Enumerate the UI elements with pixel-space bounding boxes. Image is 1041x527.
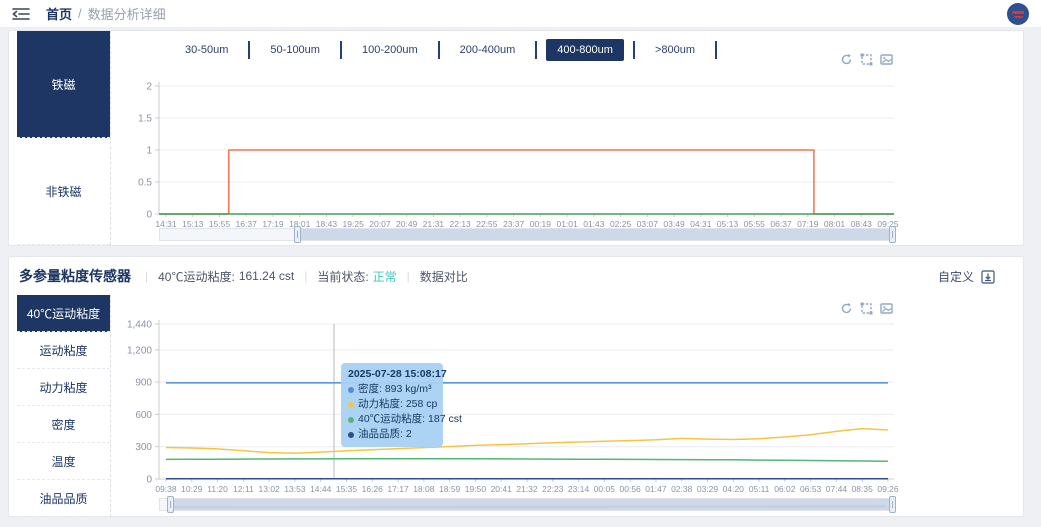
breadcrumb-separator: / bbox=[78, 6, 82, 21]
x-tick-label: 19:50 bbox=[465, 484, 487, 494]
viscosity-trend-chart: 0 300 600 900 1,200 1,440 09:38 10:29 11:20 12:11… bbox=[127, 320, 899, 495]
y-tick-label: 0 bbox=[146, 210, 152, 221]
datazoom-handle-left[interactable] bbox=[167, 496, 174, 513]
breadcrumb-current: 数据分析详细 bbox=[87, 7, 166, 22]
datazoom-handle-right[interactable] bbox=[889, 226, 896, 243]
x-tick-label: 13:02 bbox=[259, 484, 281, 494]
x-tick-label: 18:08 bbox=[413, 484, 435, 494]
x-tick-label: 09:38 bbox=[155, 484, 177, 494]
x-tick-label: 15:35 bbox=[336, 484, 358, 494]
y-tick-label: 0.5 bbox=[138, 178, 152, 189]
bottom-chart-datazoom-slider[interactable] bbox=[159, 496, 896, 513]
avatar-logo-mark bbox=[1013, 15, 1023, 18]
x-tick-label: 14:44 bbox=[310, 484, 332, 494]
y-tick-label: 1.5 bbox=[138, 114, 152, 125]
x-tick-label: 12:11 bbox=[233, 484, 254, 494]
particle-count-chart: 00.511.5214:31 15:13 15:55 16:37 17:19 18:01 1… bbox=[138, 82, 899, 230]
x-tick-label: 02:38 bbox=[671, 484, 693, 494]
x-tick-label: 06:02 bbox=[774, 484, 796, 494]
x-tick-label: 10:29 bbox=[181, 484, 203, 494]
y-tick-label: 2 bbox=[146, 82, 152, 93]
menu-fold-icon[interactable] bbox=[12, 7, 30, 21]
y-tick-label: 900 bbox=[135, 378, 152, 389]
x-tick-label: 04:20 bbox=[723, 484, 745, 494]
x-tick-label: 22:23 bbox=[542, 484, 564, 494]
breadcrumb: 首页 / 数据分析详细 bbox=[46, 4, 166, 23]
x-tick-label: 09:26 bbox=[877, 484, 899, 494]
x-tick-label: 00:56 bbox=[620, 484, 642, 494]
x-tick-label: 18:59 bbox=[439, 484, 461, 494]
x-tick-label: 01:47 bbox=[645, 484, 667, 494]
user-avatar[interactable] bbox=[1007, 3, 1029, 25]
x-tick-label: 17:17 bbox=[387, 484, 409, 494]
x-tick-label: 20:41 bbox=[491, 484, 513, 494]
breadcrumb-home[interactable]: 首页 bbox=[46, 4, 72, 23]
x-tick-label: 11:20 bbox=[207, 484, 228, 494]
y-tick-label: 1,200 bbox=[127, 345, 152, 356]
datazoom-selected-range[interactable] bbox=[298, 229, 893, 240]
datazoom-data-shadow bbox=[167, 504, 886, 508]
datazoom-handle-right[interactable] bbox=[889, 496, 896, 513]
viscosity-sensor-panel: 多参量粘度传感器 | 40℃运动粘度: 161.24 cst | 当前状态: 正常 | 数据对… bbox=[8, 256, 1024, 517]
particle-chart-panel: 铁磁 非铁磁 30-50um 50-100um 100-200um 200-400um 4… bbox=[8, 30, 1024, 246]
header: 首页 / 数据分析详细 bbox=[0, 0, 1041, 28]
x-tick-label: 05:11 bbox=[749, 484, 770, 494]
y-tick-label: 1 bbox=[146, 146, 152, 157]
y-tick-label: 0 bbox=[146, 475, 152, 486]
avatar-logo-mark bbox=[1012, 10, 1024, 14]
series-line-2 bbox=[165, 457, 889, 462]
series-line-1 bbox=[165, 427, 889, 454]
x-tick-label: 03:29 bbox=[697, 484, 719, 494]
y-tick-label: 1,440 bbox=[127, 320, 152, 331]
x-tick-label: 07:44 bbox=[826, 484, 848, 494]
datazoom-handle-left[interactable] bbox=[294, 226, 301, 243]
x-tick-label: 06:53 bbox=[800, 484, 822, 494]
y-tick-label: 300 bbox=[135, 442, 152, 453]
x-tick-label: 08:35 bbox=[852, 484, 874, 494]
x-tick-label: 16:26 bbox=[362, 484, 384, 494]
x-tick-label: 00:05 bbox=[594, 484, 616, 494]
y-tick-label: 600 bbox=[135, 410, 152, 421]
x-tick-label: 23:14 bbox=[568, 484, 590, 494]
x-tick-label: 21:32 bbox=[516, 484, 538, 494]
x-tick-label: 13:53 bbox=[284, 484, 306, 494]
top-chart-datazoom-slider[interactable] bbox=[159, 226, 896, 243]
